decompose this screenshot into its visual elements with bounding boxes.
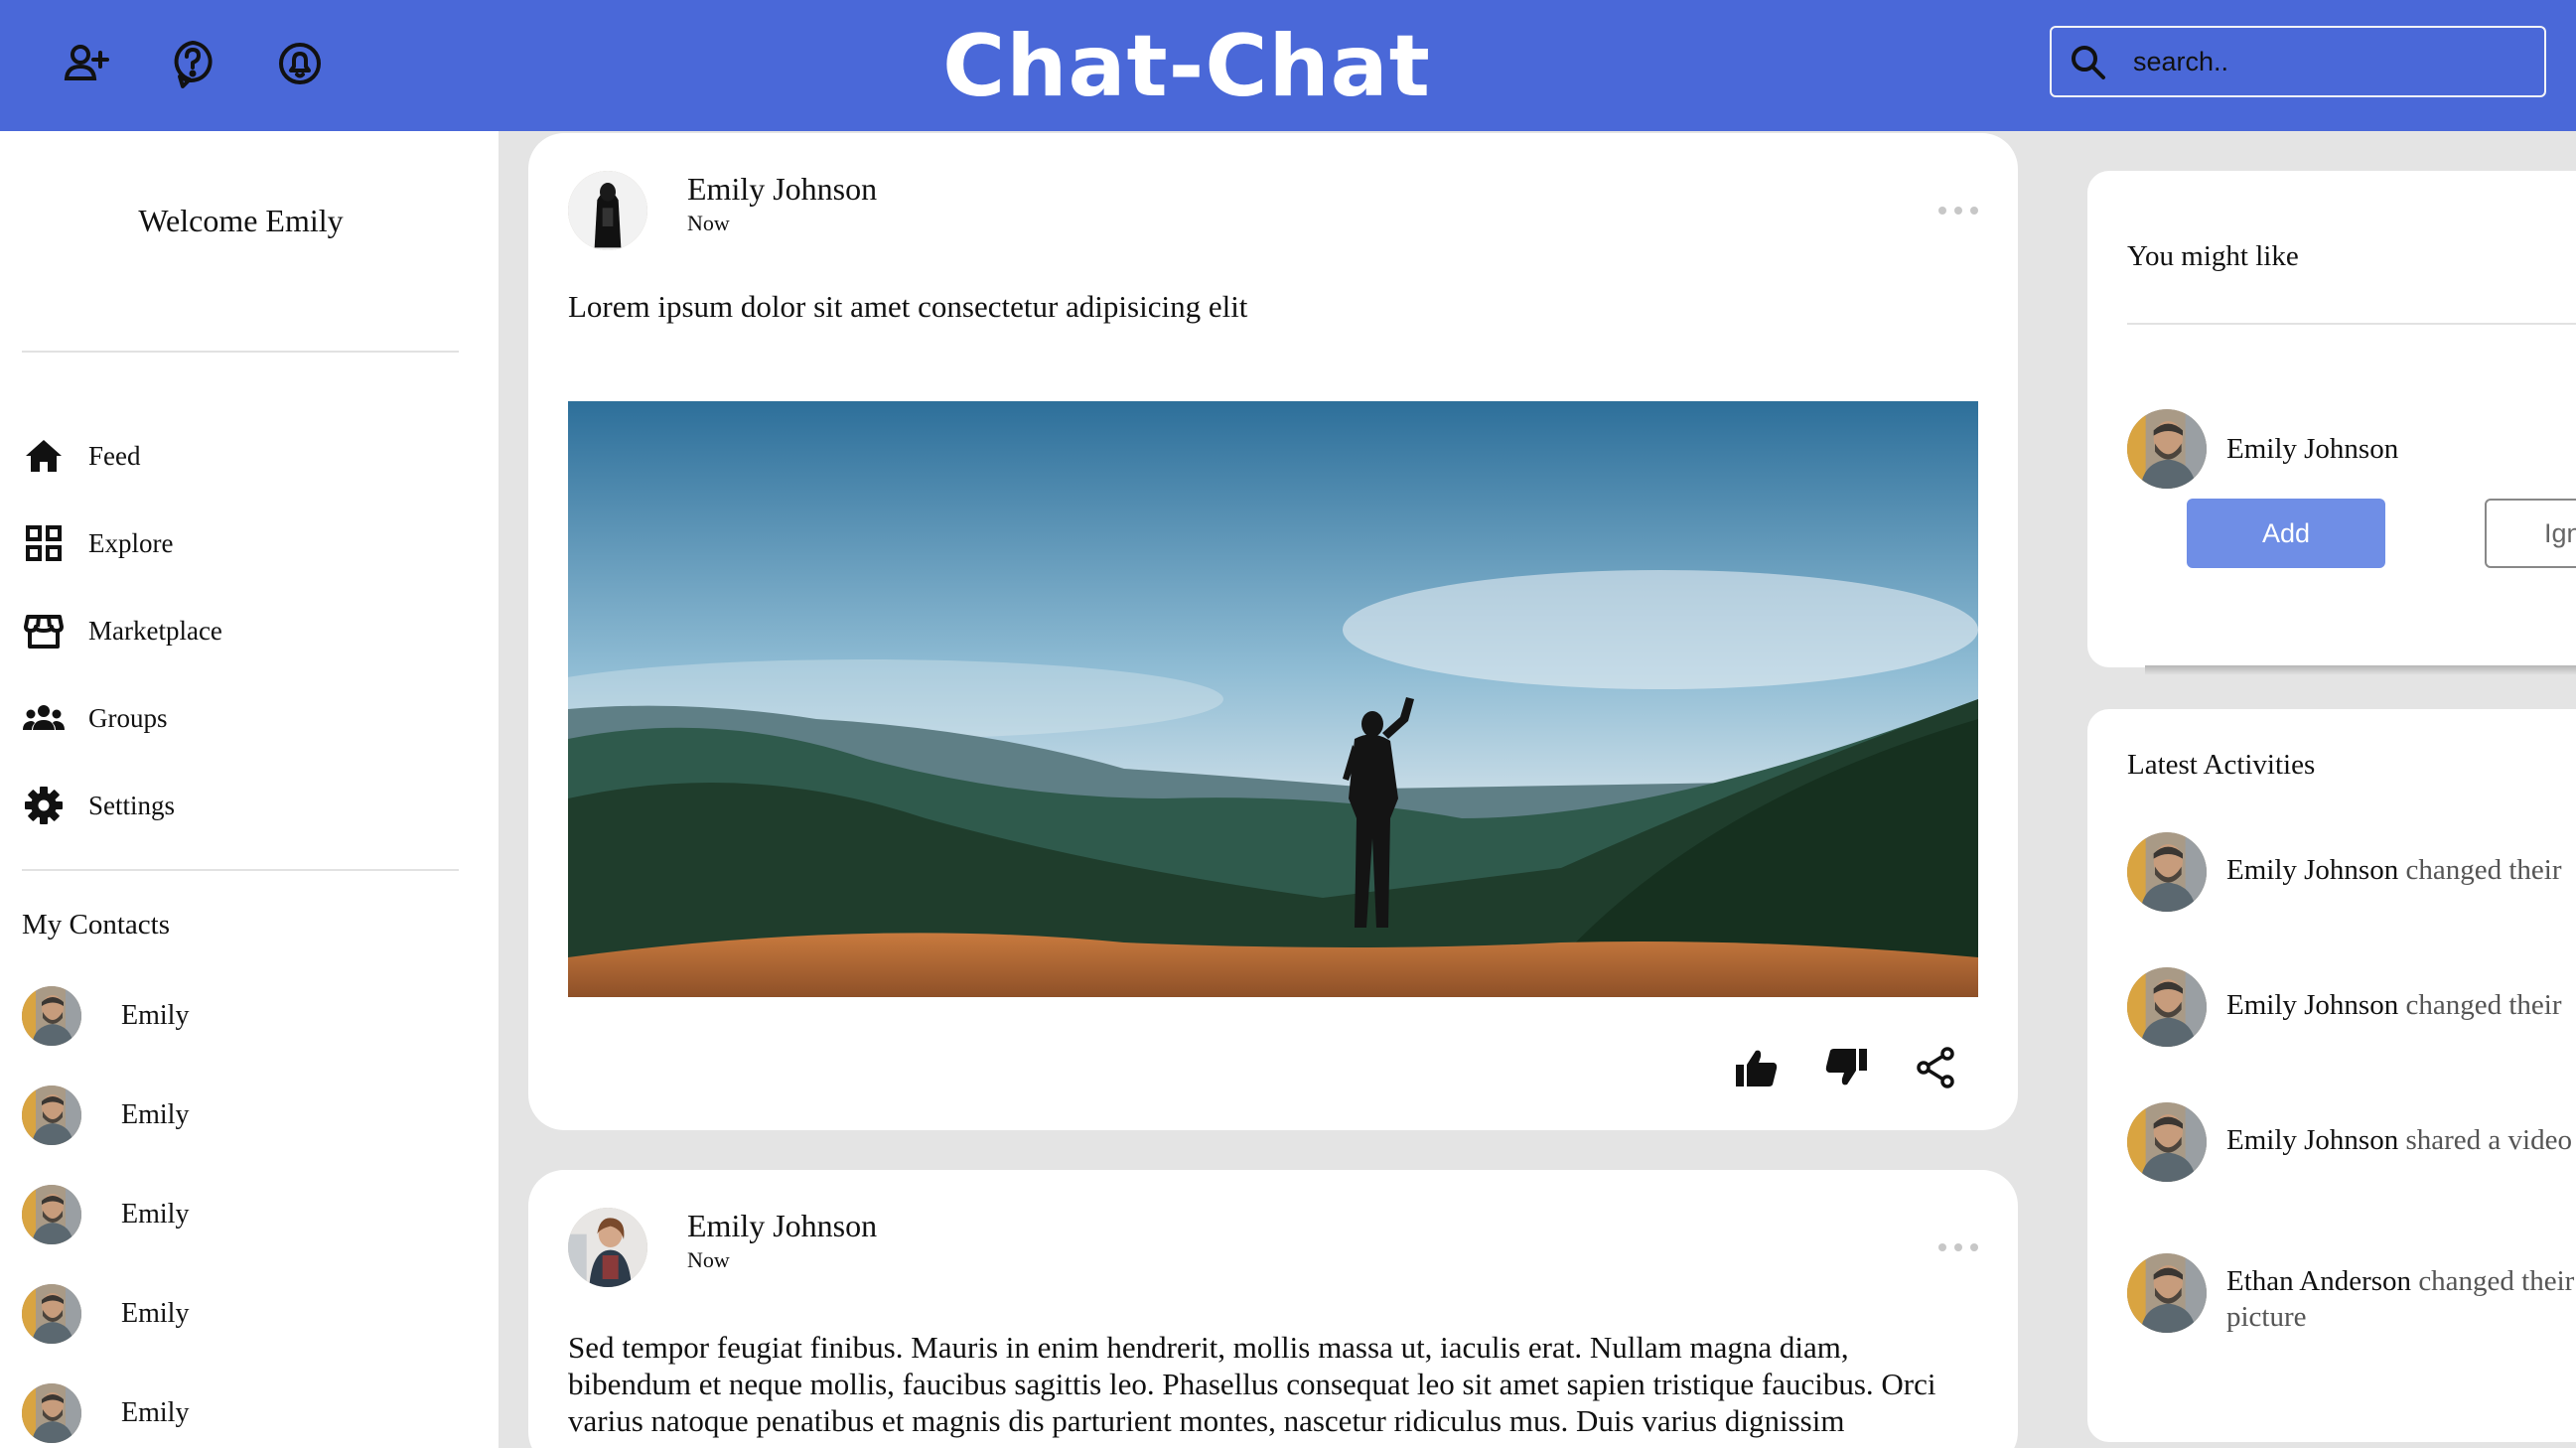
- activity-action: shared a video: [2405, 1124, 2572, 1156]
- activity-user: Emily Johnson: [2226, 854, 2399, 886]
- avatar: [2127, 409, 2207, 489]
- home-icon: [26, 440, 62, 472]
- activity-item[interactable]: Ethan Anderson changed their picture: [2127, 1253, 2576, 1335]
- activity-item[interactable]: Emily Johnson changed their: [2127, 832, 2576, 912]
- ignore-button[interactable]: Ignore: [2485, 499, 2576, 568]
- post-time: Now: [687, 211, 730, 235]
- contact-name: Emily: [121, 1000, 190, 1031]
- more-options-icon[interactable]: [1938, 201, 1978, 220]
- avatar: [2127, 1102, 2207, 1182]
- nav-label: Marketplace: [88, 615, 222, 646]
- like-icon[interactable]: [1734, 1045, 1780, 1090]
- activity-action: changed their: [2405, 989, 2562, 1021]
- activities-card: Latest Activities Emily Johnson changed …: [2087, 709, 2576, 1442]
- contact-item[interactable]: Emily: [22, 985, 459, 1047]
- grid-icon: [26, 525, 62, 561]
- contact-item[interactable]: Emily: [22, 1085, 459, 1146]
- post-author[interactable]: Emily Johnson: [687, 171, 877, 208]
- suggestion-card: You might like Emily Johnson Add Ignore: [2087, 171, 2576, 667]
- activity-user: Ethan Anderson: [2226, 1265, 2412, 1297]
- nav-item-settings[interactable]: Settings: [22, 778, 459, 833]
- nav-item-groups[interactable]: Groups: [22, 690, 459, 746]
- post-actions: [1734, 1045, 1958, 1090]
- app-title: Chat-Chat: [942, 17, 1431, 116]
- suggested-user-name: Emily Johnson: [2226, 432, 2399, 465]
- groups-icon: [23, 705, 65, 730]
- nav-label: Explore: [88, 527, 174, 558]
- avatar[interactable]: [568, 1208, 647, 1287]
- post-header: [568, 171, 647, 250]
- post-text: Lorem ipsum dolor sit amet consectetur a…: [568, 289, 1248, 324]
- search-icon: [2072, 46, 2105, 79]
- nav-item-marketplace[interactable]: Marketplace: [22, 603, 459, 658]
- avatar: [22, 986, 81, 1046]
- nav-item-feed[interactable]: Feed: [22, 428, 459, 484]
- contact-name: Emily: [121, 1099, 190, 1130]
- search-input[interactable]: [2133, 40, 2530, 83]
- avatar: [2127, 1253, 2207, 1333]
- post-header: [568, 1208, 647, 1287]
- more-options-icon[interactable]: [1938, 1237, 1978, 1257]
- post-text: Sed tempor feugiat finibus. Mauris in en…: [568, 1330, 1936, 1438]
- avatar: [2127, 967, 2207, 1047]
- contacts-title: My Contacts: [22, 909, 171, 941]
- avatar: [22, 1284, 81, 1344]
- post-card: Emily Johnson Now Lorem ipsum dolor sit …: [528, 133, 2018, 1130]
- avatar: [22, 1383, 81, 1443]
- post-author[interactable]: Emily Johnson: [687, 1208, 877, 1244]
- nav-label: Settings: [88, 790, 176, 820]
- nav-label: Groups: [88, 702, 168, 733]
- post-time: Now: [687, 1247, 730, 1272]
- dislike-icon[interactable]: [1823, 1045, 1869, 1090]
- contact-name: Emily: [121, 1397, 190, 1428]
- post-image[interactable]: [568, 401, 1978, 997]
- activity-user: Emily Johnson: [2226, 989, 2399, 1021]
- divider: [2127, 323, 2576, 325]
- activities-title: Latest Activities: [2127, 749, 2316, 781]
- avatar[interactable]: [568, 171, 647, 250]
- card-shadow: [2145, 665, 2576, 675]
- add-button[interactable]: Add: [2187, 499, 2385, 568]
- suggested-user[interactable]: Emily Johnson: [2127, 409, 2398, 489]
- activity-item[interactable]: Emily Johnson changed their: [2127, 967, 2576, 1047]
- left-sidebar: Welcome Emily Feed Explore Marketplace G…: [0, 131, 499, 1448]
- divider: [22, 351, 459, 353]
- gear-icon: [25, 787, 63, 824]
- store-icon: [24, 615, 64, 649]
- post-card: Emily Johnson Now Sed tempor feugiat fin…: [528, 1170, 2018, 1448]
- activity-item[interactable]: Emily Johnson shared a video: [2127, 1102, 2576, 1182]
- activity-action: changed their: [2405, 854, 2562, 886]
- welcome-text: Welcome Emily: [138, 203, 344, 238]
- nav-item-explore[interactable]: Explore: [22, 515, 459, 571]
- activity-user: Emily Johnson: [2226, 1124, 2399, 1156]
- contact-item[interactable]: Emily: [22, 1283, 459, 1345]
- add-user-icon[interactable]: [58, 36, 113, 91]
- contact-item[interactable]: Emily: [22, 1184, 459, 1245]
- nav-label: Feed: [88, 440, 141, 471]
- avatar: [2127, 832, 2207, 912]
- avatar: [22, 1185, 81, 1244]
- share-icon[interactable]: [1913, 1045, 1958, 1090]
- contact-item[interactable]: Emily: [22, 1382, 459, 1444]
- search-box[interactable]: [2050, 26, 2546, 97]
- suggestion-title: You might like: [2127, 240, 2299, 272]
- help-icon[interactable]: [165, 36, 220, 91]
- notification-icon[interactable]: [272, 36, 328, 91]
- top-bar: Chat-Chat: [0, 0, 2576, 131]
- divider: [22, 869, 459, 871]
- avatar: [22, 1086, 81, 1145]
- contact-name: Emily: [121, 1199, 190, 1230]
- contact-name: Emily: [121, 1298, 190, 1329]
